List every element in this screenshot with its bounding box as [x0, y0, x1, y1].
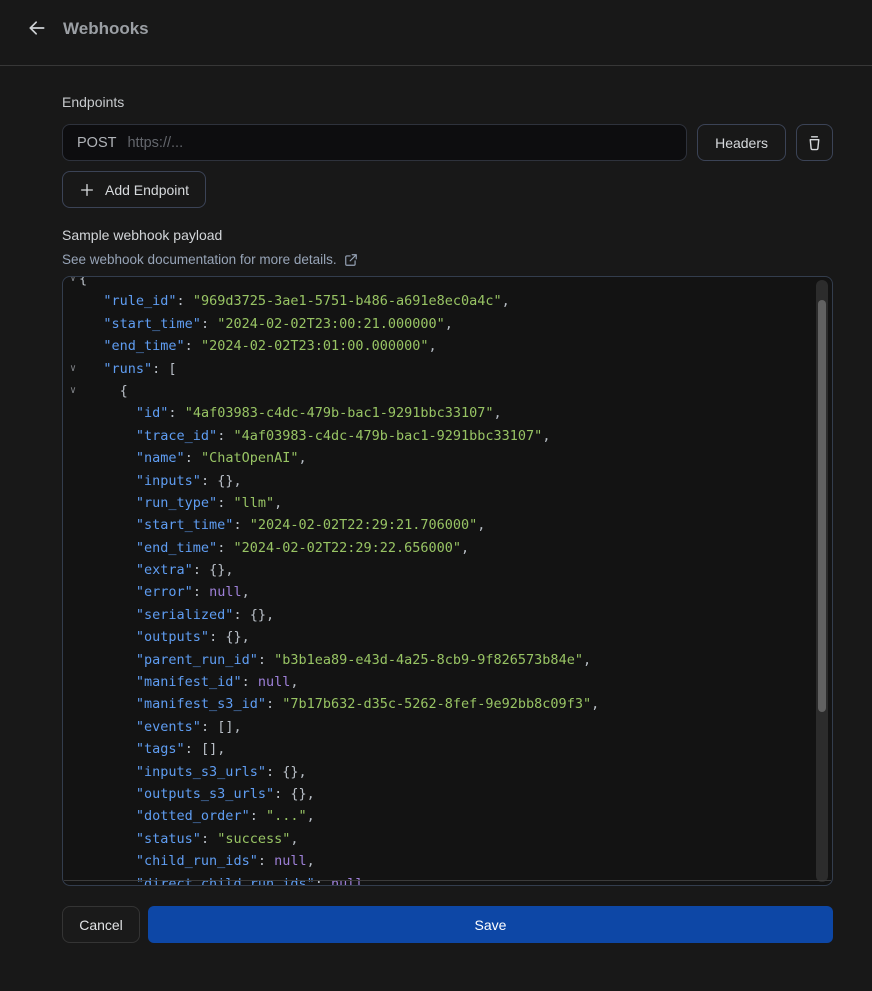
fold-chevron-icon[interactable]: ∨ [70, 276, 76, 290]
code-line: "trace_id": "4af03983-c4dc-479b-bac1-929… [63, 425, 812, 447]
code-line: "rule_id": "969d3725-3ae1-5751-b486-a691… [63, 290, 812, 312]
code-line: "outputs_s3_urls": {}, [63, 783, 812, 805]
vertical-scrollbar-track[interactable] [816, 280, 828, 882]
code-line: "events": [], [63, 716, 812, 738]
code-line: "dotted_order": "...", [63, 805, 812, 827]
main-content: Endpoints POST https://... Headers Add E… [0, 94, 872, 943]
code-line: "run_type": "llm", [63, 492, 812, 514]
code-line: "manifest_s3_id": "7b17b632-d35c-5262-8f… [63, 693, 812, 715]
headers-button-label: Headers [715, 135, 768, 151]
code-line: "id": "4af03983-c4dc-479b-bac1-9291bbc33… [63, 402, 812, 424]
url-placeholder: https://... [127, 135, 183, 151]
header: Webhooks [0, 0, 872, 66]
payload-title: Sample webhook payload [62, 227, 833, 244]
code-line: "start_time": "2024-02-02T23:00:21.00000… [63, 313, 812, 335]
save-button[interactable]: Save [148, 906, 833, 943]
code-line: ∨ { [63, 380, 812, 402]
code-line: "tags": [], [63, 738, 812, 760]
vertical-scrollbar-thumb[interactable] [818, 300, 826, 712]
arrow-left-icon [27, 18, 47, 41]
code-line: "extra": {}, [63, 559, 812, 581]
endpoint-row: POST https://... Headers [62, 124, 833, 161]
code-line: ∨ "runs": [ [63, 358, 812, 380]
external-link-icon [344, 253, 358, 267]
trash-icon [806, 134, 823, 151]
fold-chevron-icon[interactable]: ∨ [70, 358, 76, 380]
code-line: "outputs": {}, [63, 626, 812, 648]
webhook-docs-link[interactable]: See webhook documentation for more detai… [62, 251, 358, 268]
code-line: "inputs_s3_urls": {}, [63, 761, 812, 783]
code-line: "error": null, [63, 581, 812, 603]
page-title: Webhooks [63, 18, 149, 40]
cancel-button[interactable]: Cancel [62, 906, 140, 943]
plus-icon [79, 182, 95, 198]
headers-button[interactable]: Headers [697, 124, 786, 161]
code-line: "end_time": "2024-02-02T22:29:22.656000"… [63, 537, 812, 559]
endpoints-label: Endpoints [62, 94, 833, 111]
code-content: ∨{ "rule_id": "969d3725-3ae1-5751-b486-a… [63, 276, 812, 886]
webhooks-panel: Webhooks Endpoints POST https://... Head… [0, 0, 872, 991]
code-line: "start_time": "2024-02-02T22:29:21.70600… [63, 514, 812, 536]
code-line: "manifest_id": null, [63, 671, 812, 693]
horizontal-scrollbar[interactable] [64, 880, 831, 881]
code-line: "end_time": "2024-02-02T23:01:00.000000"… [63, 335, 812, 357]
back-button[interactable] [27, 18, 47, 40]
fold-chevron-icon[interactable]: ∨ [70, 380, 76, 402]
endpoint-url-input[interactable]: POST https://... [62, 124, 687, 161]
code-line: "inputs": {}, [63, 470, 812, 492]
code-line: ∨{ [63, 276, 812, 290]
payload-code-viewer[interactable]: ∨{ "rule_id": "969d3725-3ae1-5751-b486-a… [62, 276, 833, 886]
delete-endpoint-button[interactable] [796, 124, 833, 161]
footer-actions: Cancel Save [62, 906, 833, 943]
code-line: "child_run_ids": null, [63, 850, 812, 872]
add-endpoint-label: Add Endpoint [105, 182, 189, 198]
webhook-docs-link-label: See webhook documentation for more detai… [62, 251, 337, 268]
code-line: "parent_run_id": "b3b1ea89-e43d-4a25-8cb… [63, 649, 812, 671]
add-endpoint-button[interactable]: Add Endpoint [62, 171, 206, 208]
code-line: "status": "success", [63, 828, 812, 850]
code-line: "name": "ChatOpenAI", [63, 447, 812, 469]
code-line: "serialized": {}, [63, 604, 812, 626]
http-method-label: POST [77, 135, 116, 151]
